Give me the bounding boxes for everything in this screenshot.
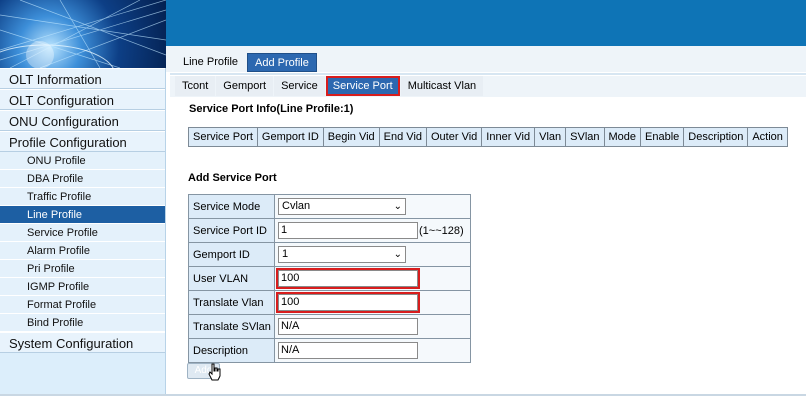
sidebar-item-olt-information[interactable]: OLT Information xyxy=(0,68,165,89)
translate-svlan-label: Translate SVlan xyxy=(188,314,275,339)
main-content: Line Profile Add Profile Tcont Gemport S… xyxy=(166,46,806,396)
sidebar-item-onu-configuration[interactable]: ONU Configuration xyxy=(0,110,165,131)
top-tab-bar: Line Profile Add Profile xyxy=(176,53,319,73)
column-header: Begin Vid xyxy=(322,127,380,147)
sidebar-item-dba-profile[interactable]: DBA Profile xyxy=(0,170,165,188)
service-port-info-title: Service Port Info(Line Profile:1) xyxy=(189,103,354,115)
tab-multicast-vlan[interactable]: Multicast Vlan xyxy=(400,76,484,96)
column-header: Inner Vid xyxy=(481,127,536,147)
service-mode-select[interactable]: Cvlan ⌄ xyxy=(278,198,406,215)
hand-cursor-icon xyxy=(208,363,221,381)
sidebar-item-service-profile[interactable]: Service Profile xyxy=(0,224,165,242)
service-port-table: Service Port Gemport ID Begin Vid End Vi… xyxy=(188,127,788,147)
service-port-id-range: (1~~128) xyxy=(419,224,464,237)
service-mode-label: Service Mode xyxy=(188,194,275,219)
form-row-user-vlan: User VLAN 100 xyxy=(188,266,471,291)
chevron-down-icon: ⌄ xyxy=(393,249,402,260)
column-header: End Vid xyxy=(378,127,428,147)
translate-vlan-input[interactable]: 100 xyxy=(276,292,420,313)
sidebar-item-olt-configuration[interactable]: OLT Configuration xyxy=(0,89,165,110)
gemport-id-value: 1 xyxy=(282,248,289,260)
translate-svlan-input[interactable]: N/A xyxy=(278,318,418,335)
header-banner xyxy=(166,0,806,46)
column-header: Enable xyxy=(640,127,685,147)
column-header: Description xyxy=(683,127,749,147)
form-row-service-mode: Service Mode Cvlan ⌄ xyxy=(188,194,471,219)
globe-graphic-icon xyxy=(0,0,166,68)
tab-add-profile[interactable]: Add Profile xyxy=(247,53,317,72)
form-row-translate-svlan: Translate SVlan N/A xyxy=(188,314,471,339)
add-service-port-title: Add Service Port xyxy=(188,172,277,184)
column-header: Service Port xyxy=(188,127,258,147)
tab-service[interactable]: Service xyxy=(274,76,325,96)
sidebar-item-onu-profile[interactable]: ONU Profile xyxy=(0,152,165,170)
column-header: Mode xyxy=(603,127,642,147)
form-row-description: Description N/A xyxy=(188,338,471,363)
column-header: Outer Vid xyxy=(425,127,483,147)
sidebar-item-bind-profile[interactable]: Bind Profile xyxy=(0,314,165,332)
gemport-id-select[interactable]: 1 ⌄ xyxy=(278,246,406,263)
chevron-down-icon: ⌄ xyxy=(393,201,402,212)
service-port-id-label: Service Port ID xyxy=(188,218,275,243)
sidebar-item-profile-configuration[interactable]: Profile Configuration xyxy=(0,131,165,152)
form-row-service-port-id: Service Port ID 1 (1~~128) xyxy=(188,218,471,243)
tab-line-profile[interactable]: Line Profile xyxy=(176,53,245,72)
user-vlan-input[interactable]: 100 xyxy=(276,268,420,289)
column-header: Vlan xyxy=(534,127,567,147)
sidebar-item-alarm-profile[interactable]: Alarm Profile xyxy=(0,242,165,260)
column-header: Action xyxy=(747,127,788,147)
column-header: SVlan xyxy=(565,127,605,147)
table-header-row: Service Port Gemport ID Begin Vid End Vi… xyxy=(188,127,788,147)
sidebar-item-traffic-profile[interactable]: Traffic Profile xyxy=(0,188,165,206)
description-input[interactable]: N/A xyxy=(278,342,418,359)
sidebar-item-format-profile[interactable]: Format Profile xyxy=(0,296,165,314)
sub-tab-bar: Tcont Gemport Service Service Port Multi… xyxy=(170,76,806,97)
form-row-gemport-id: Gemport ID 1 ⌄ xyxy=(188,242,471,267)
gemport-id-label: Gemport ID xyxy=(188,242,275,267)
translate-vlan-label: Translate Vlan xyxy=(188,290,275,315)
tab-service-port[interactable]: Service Port xyxy=(325,76,400,96)
service-mode-value: Cvlan xyxy=(282,200,311,212)
form-row-translate-vlan: Translate Vlan 100 xyxy=(188,290,471,315)
sidebar-item-line-profile[interactable]: Line Profile xyxy=(0,206,165,224)
tab-gemport[interactable]: Gemport xyxy=(216,76,274,96)
sidebar-item-system-configuration[interactable]: System Configuration xyxy=(0,332,165,353)
sidebar-item-igmp-profile[interactable]: IGMP Profile xyxy=(0,278,165,296)
sidebar: OLT Information OLT Configuration ONU Co… xyxy=(0,68,166,396)
service-port-id-input[interactable]: 1 xyxy=(278,222,418,239)
column-header: Gemport ID xyxy=(256,127,324,147)
brand-logo xyxy=(0,0,166,68)
description-label: Description xyxy=(188,338,275,363)
sidebar-item-pri-profile[interactable]: Pri Profile xyxy=(0,260,165,278)
user-vlan-label: User VLAN xyxy=(188,266,275,291)
tab-divider xyxy=(170,73,806,75)
tab-tcont[interactable]: Tcont xyxy=(175,76,216,96)
add-service-port-form: Service Mode Cvlan ⌄ Service Port ID 1 (1… xyxy=(188,194,471,363)
